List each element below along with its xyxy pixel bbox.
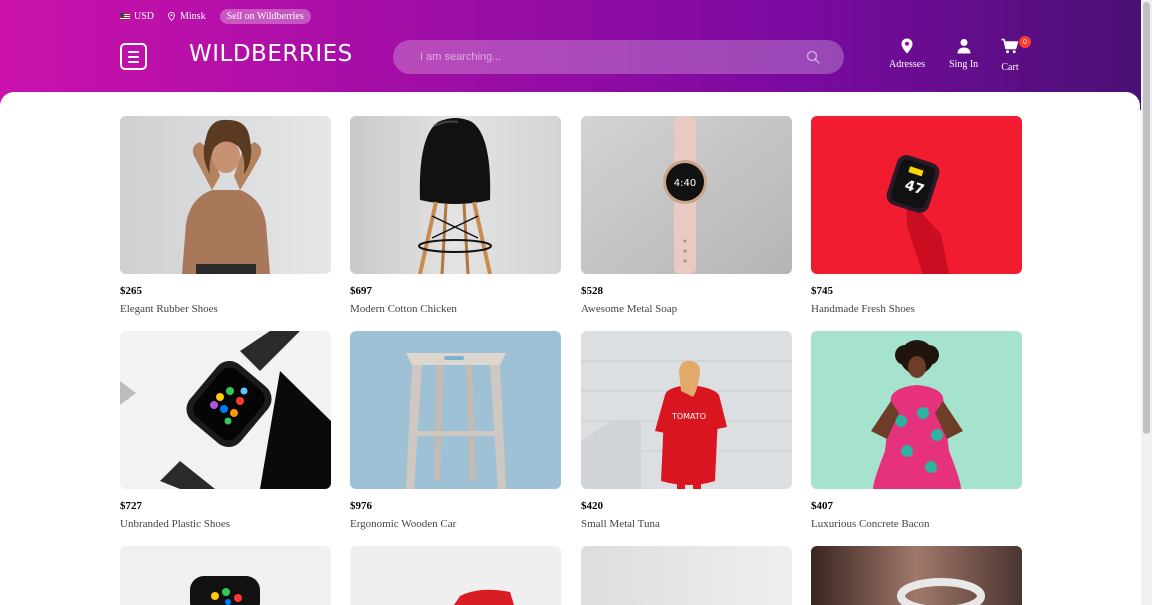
product-image[interactable]: 47 [811, 116, 1022, 274]
product-image[interactable] [811, 331, 1022, 489]
scrollbar[interactable] [1141, 0, 1152, 605]
product-name[interactable]: Ergonomic Wooden Car [350, 518, 561, 530]
product-price: $420 [581, 500, 603, 512]
product-price: $697 [350, 285, 372, 297]
product-name[interactable]: Unbranded Plastic Shoes [120, 518, 331, 530]
product-name[interactable]: Modern Cotton Chicken [350, 303, 561, 315]
product-image[interactable]: 4:40 [581, 116, 792, 274]
product-price: $407 [811, 500, 833, 512]
product-card[interactable] [350, 546, 561, 605]
svg-text:4:40: 4:40 [674, 178, 696, 189]
cart-icon-wrap: 0 [1001, 36, 1031, 62]
sign-in-button[interactable]: Sing In [949, 38, 978, 70]
product-price: $745 [811, 285, 833, 297]
product-name[interactable]: Awesome Metal Soap [581, 303, 792, 315]
product-name[interactable]: Handmade Fresh Shoes [811, 303, 1022, 315]
currency-selector[interactable]: USD [120, 11, 154, 22]
svg-text:TOMATO: TOMATO [671, 412, 706, 421]
product-card[interactable] [581, 546, 792, 605]
product-image[interactable] [120, 116, 331, 274]
location-pin-icon [168, 12, 175, 21]
product-card[interactable]: $727 Unbranded Plastic Shoes [120, 331, 331, 530]
product-image[interactable] [350, 331, 561, 489]
product-image[interactable]: TOMATO [581, 331, 792, 489]
product-price: $976 [350, 500, 372, 512]
product-image[interactable] [811, 546, 1022, 605]
product-image[interactable] [120, 331, 331, 489]
menu-icon-line [128, 50, 139, 53]
search-input[interactable] [393, 40, 844, 74]
menu-button[interactable] [120, 43, 147, 70]
city-selector[interactable]: Minsk [168, 11, 206, 22]
product-price: $265 [120, 285, 142, 297]
menu-icon-line [128, 60, 139, 63]
sell-on-wildberries-button[interactable]: Sell on Wildberries [219, 9, 311, 24]
product-price: $528 [581, 285, 603, 297]
search-icon[interactable] [806, 50, 820, 64]
product-card[interactable]: 47 $745 Handmade Fresh Shoes [811, 116, 1022, 315]
sign-in-label: Sing In [949, 59, 979, 70]
cart-icon [1001, 38, 1019, 54]
top-bar: USD Minsk Sell on Wildberries [120, 9, 311, 24]
location-pin-icon [901, 38, 913, 54]
logo[interactable]: WILDBERRIES [189, 41, 353, 67]
user-icon [957, 39, 971, 54]
menu-icon-line [128, 55, 139, 58]
cart-button[interactable]: 0 Cart [1001, 36, 1031, 73]
cart-count-badge: 0 [1019, 36, 1031, 48]
cart-label: Cart [1001, 62, 1019, 73]
product-card[interactable] [120, 546, 331, 605]
product-image[interactable] [350, 116, 561, 274]
addresses-label: Adresses [889, 59, 926, 70]
city-label: Minsk [180, 11, 206, 22]
product-card[interactable]: TOMATO $420 Small Metal Tuna [581, 331, 792, 530]
product-card[interactable]: 4:40 $528 Awesome Metal Soap [581, 116, 792, 315]
product-card[interactable] [811, 546, 1022, 605]
product-price: $727 [120, 500, 142, 512]
product-name[interactable]: Luxurious Concrete Bacon [811, 518, 1022, 530]
product-name[interactable]: Small Metal Tuna [581, 518, 792, 530]
product-image[interactable] [120, 546, 331, 605]
product-card[interactable]: $697 Modern Cotton Chicken [350, 116, 561, 315]
product-card[interactable]: $265 Elegant Rubber Shoes [120, 116, 331, 315]
addresses-button[interactable]: Adresses [889, 38, 925, 70]
currency-label: USD [134, 11, 155, 22]
scrollbar-thumb[interactable] [1143, 2, 1150, 434]
product-image[interactable] [350, 546, 561, 605]
product-card[interactable]: $407 Luxurious Concrete Bacon [811, 331, 1022, 530]
product-card[interactable]: $976 Ergonomic Wooden Car [350, 331, 561, 530]
product-name[interactable]: Elegant Rubber Shoes [120, 303, 331, 315]
product-image[interactable] [581, 546, 792, 605]
us-flag-icon [120, 13, 130, 20]
